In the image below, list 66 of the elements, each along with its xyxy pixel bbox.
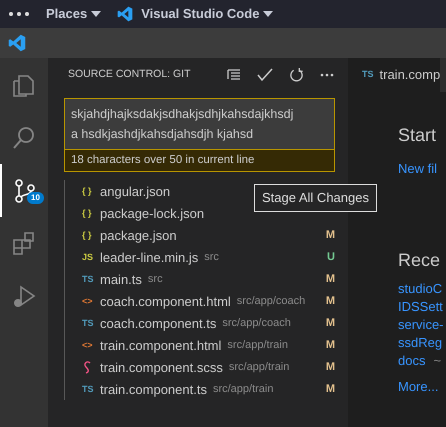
more-icon[interactable] xyxy=(8,11,30,17)
ts-file-icon: TS xyxy=(82,318,94,328)
html-file-icon: <> xyxy=(82,340,93,350)
json-file-icon: { } xyxy=(82,208,92,218)
panel-title: SOURCE CONTROL: GIT xyxy=(68,67,191,82)
status-letter: M xyxy=(326,294,335,309)
search-icon xyxy=(11,124,37,150)
file-name[interactable]: package-lock.json xyxy=(100,204,204,223)
link[interactable]: New fil xyxy=(398,161,438,176)
file-name[interactable]: train.component.scss xyxy=(100,358,223,377)
recent-folder-link[interactable]: service- xyxy=(398,317,444,332)
file-path: src xyxy=(204,250,219,265)
vscode-logo-icon xyxy=(8,34,26,52)
check-icon[interactable] xyxy=(257,68,273,82)
file-path: src/app/coach xyxy=(236,294,306,309)
more-icon[interactable] xyxy=(320,73,334,77)
file-name[interactable]: package.json xyxy=(100,226,177,245)
file-name[interactable]: train.component.html xyxy=(100,336,222,355)
file-name[interactable]: main.ts xyxy=(100,270,142,289)
refresh-icon[interactable] xyxy=(289,68,304,82)
app-menu[interactable]: Visual Studio Code xyxy=(117,4,274,24)
file-path: src/app/train xyxy=(227,338,288,353)
count-badge: 10 xyxy=(27,192,44,204)
validation-message: 18 characters over 50 in current line xyxy=(65,149,334,172)
file-path: src xyxy=(148,272,163,287)
js-file-icon: JS xyxy=(82,252,94,262)
caret-icon xyxy=(263,11,274,17)
places-menu[interactable]: Places xyxy=(46,4,102,24)
ts-file-icon: TS xyxy=(82,274,94,284)
extensions-icon xyxy=(11,230,37,256)
debug-icon xyxy=(11,284,37,310)
status-letter: M xyxy=(326,228,335,243)
status-letter: M xyxy=(326,272,335,287)
file-path: src/app/train xyxy=(212,382,274,397)
recent-folder-link[interactable]: docs xyxy=(398,353,426,368)
status-letter: M xyxy=(326,382,335,397)
file-name[interactable]: leader-line.min.js xyxy=(100,248,198,267)
recent-folder-link[interactable]: ssdReg xyxy=(398,335,442,350)
tooltip: Stage All Changes xyxy=(254,184,377,212)
sass-file-icon xyxy=(82,360,93,374)
status-letter: M xyxy=(326,338,335,353)
ts-file-icon: TS xyxy=(82,384,94,394)
file-name[interactable]: coach.component.html xyxy=(100,292,231,311)
file-path: src/app/train xyxy=(228,360,290,375)
status-letter: M xyxy=(326,316,335,331)
json-file-icon: { } xyxy=(82,230,92,240)
ts-file-icon: TS xyxy=(362,68,374,82)
caret-icon xyxy=(91,11,102,17)
recent-folder-link[interactable]: studioC xyxy=(398,281,442,296)
file-path: src/app/coach xyxy=(222,316,291,331)
file-name[interactable]: train.component.ts xyxy=(100,380,207,399)
recent-folder-link[interactable]: IDSSett xyxy=(398,299,443,314)
json-file-icon: { } xyxy=(82,186,92,196)
vscode-logo-icon xyxy=(117,6,134,22)
commit-message-field[interactable]: skjahdjhajksdakjsdhakjsdhjkahsdajkhsdja hsdkjashdjkahsdjahsdjh kjahsd xyxy=(65,99,334,149)
section-heading: Rece xyxy=(398,249,442,272)
editor-tab[interactable]: TS train.comp xyxy=(348,58,440,92)
folder-path: ~ xyxy=(433,353,442,368)
file-name[interactable]: coach.component.ts xyxy=(100,314,216,333)
more-link[interactable]: More... xyxy=(398,378,438,396)
section-heading: Start xyxy=(398,124,438,147)
status-letter: U xyxy=(327,250,335,265)
file-name[interactable]: angular.json xyxy=(100,182,170,201)
tree-view-icon[interactable] xyxy=(227,68,241,82)
html-file-icon: <> xyxy=(82,296,93,306)
status-letter: M xyxy=(326,360,335,375)
